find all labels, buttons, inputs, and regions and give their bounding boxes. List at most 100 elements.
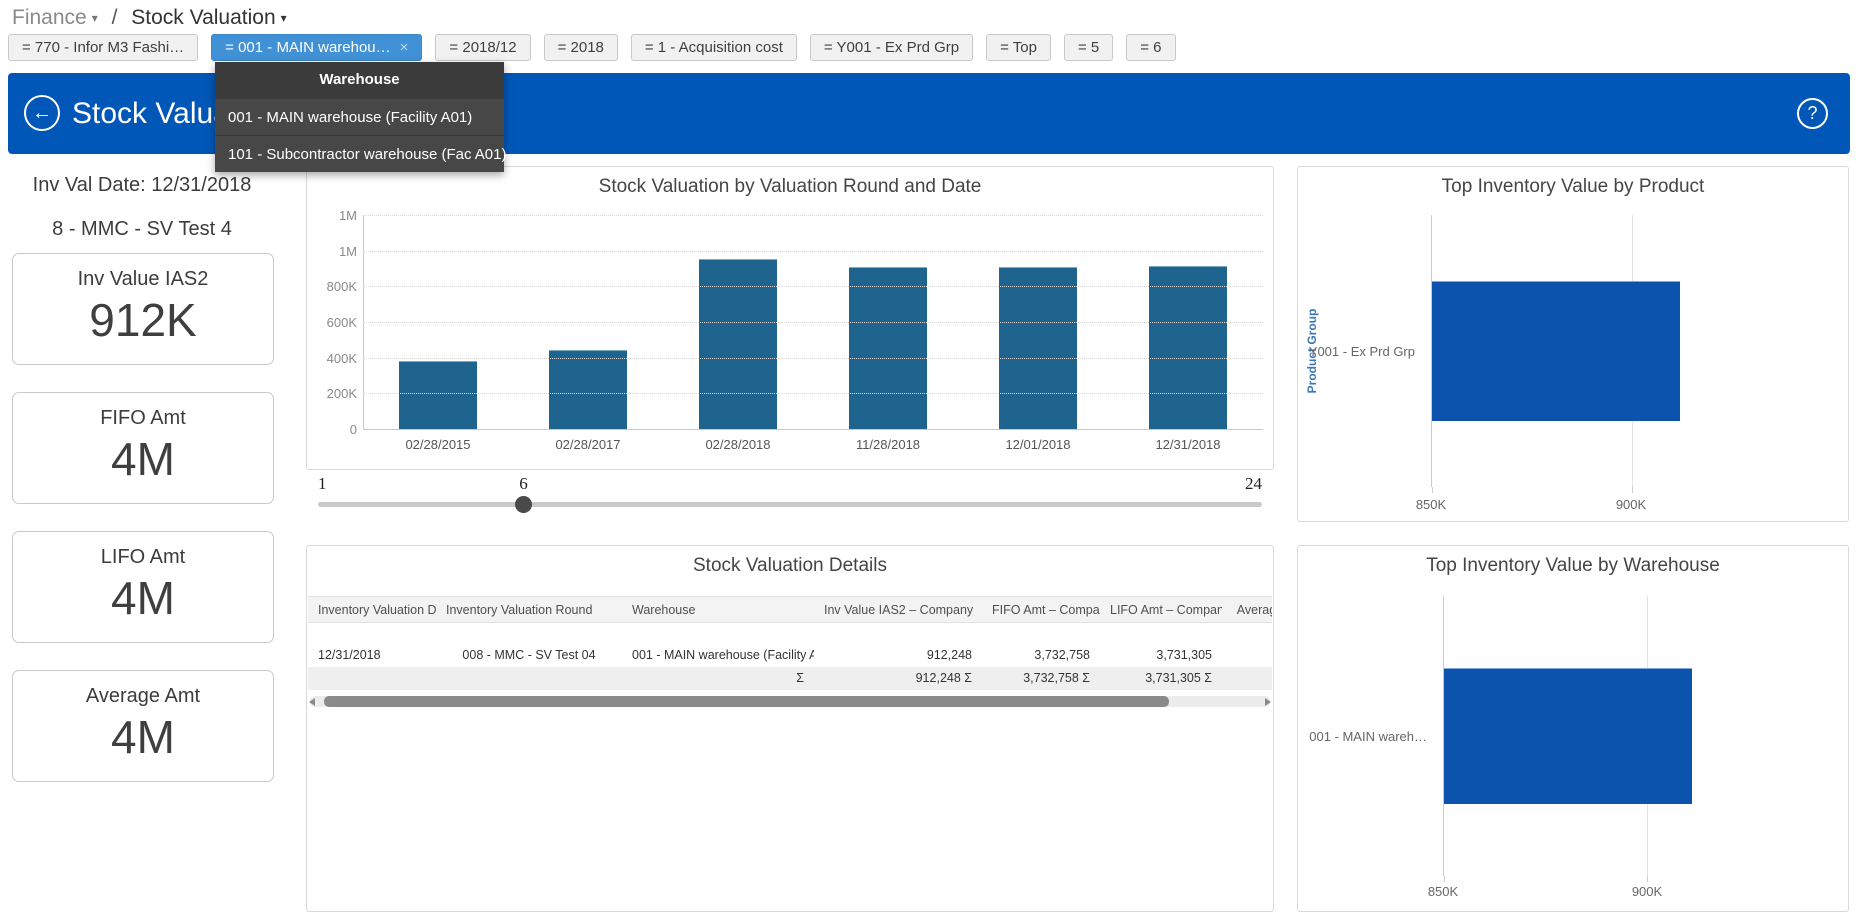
breadcrumb-section[interactable]: Finance [12,6,87,29]
filter-chip[interactable]: = Top [986,34,1051,61]
x-tick-label: 850K [1416,497,1446,512]
scroll-left-icon[interactable] [309,698,315,706]
chart-title: Stock Valuation by Valuation Round and D… [307,176,1273,198]
slider-handle[interactable] [515,496,532,513]
dropdown-option[interactable]: 001 - MAIN warehouse (Facility A01) [215,98,504,135]
filter-chip-label: = 5 [1078,39,1099,56]
x-tick-label: 850K [1428,884,1458,899]
filter-chip-label: = Y001 - Ex Prd Grp [824,39,959,56]
totals-cell [308,667,436,690]
filter-chip[interactable]: = 5 [1064,34,1113,61]
details-table: Inventory Valuation DateInventory Valuat… [308,596,1272,690]
filter-chip[interactable]: = Y001 - Ex Prd Grp [810,34,973,61]
table-cell: 3,732,758 [982,644,1100,667]
x-tick-label: 02/28/2015 [363,437,513,452]
slider-max-label: 24 [1245,474,1262,494]
slider-track[interactable] [318,502,1262,507]
x-tick-label: 12/31/2018 [1113,437,1263,452]
filter-chip[interactable]: = 770 - Infor M3 Fashi… [8,34,198,61]
bar[interactable] [399,361,477,429]
breadcrumb-page[interactable]: Stock Valuation [131,6,275,29]
inv-val-date-text: Inv Val Date: 12/31/2018 [0,174,284,197]
filter-chip-label: = 770 - Infor M3 Fashi… [22,39,184,56]
help-button[interactable]: ? [1797,98,1828,129]
chart-plot-area [1443,596,1843,876]
x-tick-label: 900K [1616,497,1646,512]
close-icon[interactable]: × [400,39,409,56]
stock-valuation-chart-panel: Stock Valuation by Valuation Round and D… [306,166,1274,470]
breadcrumb: Finance▾ / Stock Valuation▾ [12,6,287,30]
gridline [363,322,1263,323]
table-row[interactable]: 12/31/2018008 - MMC - SV Test 04001 - MA… [308,644,1272,667]
chart-title: Top Inventory Value by Product [1298,176,1848,198]
kpi-label: Inv Value IAS2 [13,268,273,291]
totals-cell: 912,248 Σ [814,667,982,690]
filter-chip[interactable]: = 2018/12 [435,34,530,61]
chart-title: Top Inventory Value by Warehouse [1298,555,1848,577]
x-tick-label: 02/28/2017 [513,437,663,452]
category-label: Y001 - Ex Prd Grp [1298,215,1423,487]
scroll-right-icon[interactable] [1265,698,1271,706]
filter-chip-label: = 6 [1140,39,1161,56]
filter-chip[interactable]: = 1 - Acquisition cost [631,34,797,61]
kpi-label: LIFO Amt [13,546,273,569]
y-tick-label: 200K [313,386,357,401]
filter-chip[interactable]: = 001 - MAIN warehou… × [211,34,422,61]
caret-down-icon[interactable]: ▾ [281,11,287,25]
totals-cell: 3,732,758 Σ [982,667,1100,690]
column-header: FIFO Amt – Company [982,597,1100,623]
kpi-label: FIFO Amt [13,407,273,430]
filter-chip[interactable]: = 2018 [544,34,618,61]
gridline [363,393,1263,394]
kpi-value: 4M [13,710,273,764]
bar[interactable] [699,259,777,429]
gridline [363,251,1263,252]
category-label: 001 - MAIN wareh… [1298,596,1435,876]
scrollbar-thumb[interactable] [324,696,1169,707]
bar[interactable] [1149,266,1227,429]
table-header-row: Inventory Valuation DateInventory Valuat… [308,597,1272,623]
gridline [363,286,1263,287]
bar[interactable] [999,267,1077,429]
bar[interactable] [1432,281,1680,421]
slider-value-label: 6 [519,474,528,494]
caret-down-icon[interactable]: ▾ [92,11,98,25]
horizontal-scrollbar[interactable] [310,696,1270,707]
dropdown-option-list: 001 - MAIN warehouse (Facility A01)101 -… [215,98,504,172]
x-axis-labels: 02/28/201502/28/201702/28/201811/28/2018… [363,437,1263,452]
column-header: LIFO Amt – Company [1100,597,1222,623]
x-tick-mark [1444,876,1445,882]
bar[interactable] [1444,668,1692,804]
back-button[interactable]: ← [24,95,60,131]
bar[interactable] [549,350,627,429]
filter-chip-label: = 2018 [558,39,604,56]
gridline [363,358,1263,359]
x-tick-label: 900K [1632,884,1662,899]
totals-cell: Σ [622,667,814,690]
gridline [363,215,1263,216]
kpi-card: LIFO Amt4M [12,531,274,643]
kpi-label: Average Amt [13,685,273,708]
kpi-card: FIFO Amt4M [12,392,274,504]
filter-chip-label: = 001 - MAIN warehou… [225,39,391,56]
bar[interactable] [849,267,927,429]
totals-cell [436,667,622,690]
kpi-card: Inv Value IAS2912K [12,253,274,365]
y-tick-label: 400K [313,351,357,366]
top-inventory-by-product-panel: Top Inventory Value by Product Product G… [1297,166,1849,522]
x-tick-label: 12/01/2018 [963,437,1113,452]
x-tick-mark [1432,487,1433,493]
dropdown-option[interactable]: 101 - Subcontractor warehouse (Fac A01) [215,135,504,172]
filter-chip-label: = 1 - Acquisition cost [645,39,783,56]
kpi-card-list: Inv Value IAS2912KFIFO Amt4MLIFO Amt4MAv… [12,253,274,809]
filter-chip-label: = 2018/12 [449,39,516,56]
round-slider: 1 6 24 [306,470,1274,528]
kpi-value: 4M [13,432,273,486]
dropdown-title: Warehouse [215,62,504,98]
x-tick-mark [1647,876,1648,882]
filter-chip-bar: = 770 - Infor M3 Fashi… = 001 - MAIN ware… [8,34,1176,61]
table-viewport: Inventory Valuation DateInventory Valuat… [308,596,1272,690]
y-tick-label: 800K [313,279,357,294]
column-header: Warehouse [622,597,814,623]
filter-chip[interactable]: = 6 [1126,34,1175,61]
